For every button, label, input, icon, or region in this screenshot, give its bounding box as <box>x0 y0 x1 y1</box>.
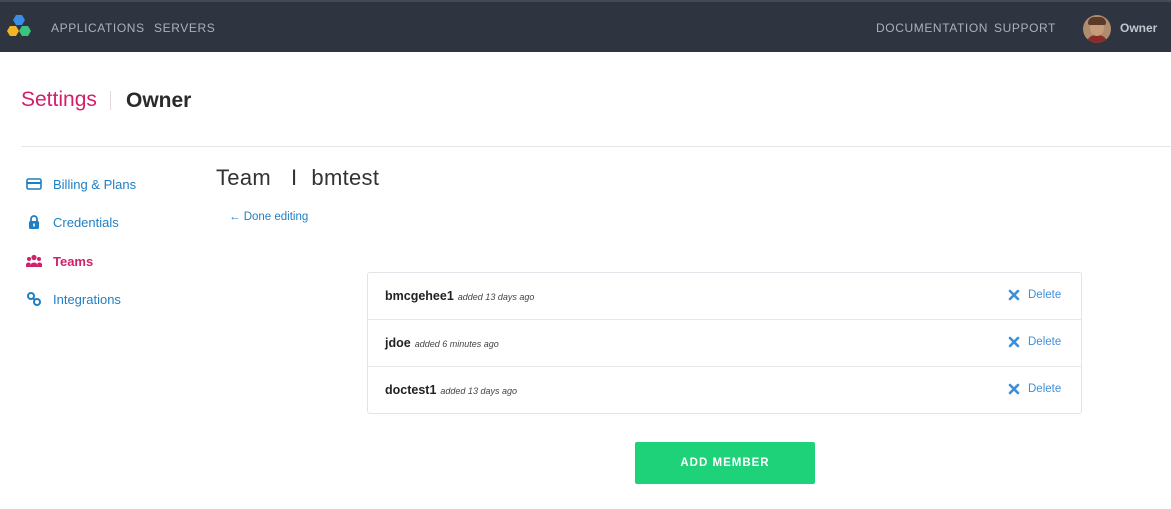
breadcrumb-divider <box>110 91 111 110</box>
user-menu-name[interactable]: Owner <box>1120 21 1157 35</box>
member-name-cell: doctest1 added 13 days ago <box>385 383 517 397</box>
breadcrumb-settings[interactable]: Settings <box>21 88 97 112</box>
sidebar-item-teams[interactable]: Teams <box>26 251 93 271</box>
delete-member-button[interactable]: Delete <box>1008 383 1061 395</box>
team-name: bmtest <box>311 165 380 190</box>
member-added-time: added 13 days ago <box>457 292 535 302</box>
list-item: jdoe added 6 minutes ago Delete <box>368 320 1081 367</box>
sidebar-item-label: Teams <box>53 253 94 269</box>
sidebar-item-integrations[interactable]: Integrations <box>26 289 121 309</box>
member-added-time: added 6 minutes ago <box>414 339 499 349</box>
sidebar-item-label: Integrations <box>53 291 121 307</box>
member-name-cell: jdoe added 6 minutes ago <box>385 336 499 350</box>
close-icon <box>1008 383 1020 395</box>
sidebar-item-billing[interactable]: Billing & Plans <box>26 174 136 194</box>
team-heading: Team Ibmtest <box>216 165 379 191</box>
member-name-cell: bmcgehee1 added 13 days ago <box>385 289 534 303</box>
users-icon <box>26 254 42 267</box>
close-icon <box>1008 289 1020 301</box>
nav-support[interactable]: SUPPORT <box>994 21 1056 35</box>
lock-icon <box>29 215 39 229</box>
delete-label: Delete <box>1028 336 1062 348</box>
add-member-button[interactable]: ADD MEMBER <box>635 442 815 484</box>
nav-applications[interactable]: APPLICATIONS <box>51 21 145 35</box>
team-heading-separator: I <box>291 165 298 190</box>
member-name: jdoe <box>385 336 411 350</box>
nav-documentation[interactable]: DOCUMENTATION <box>876 21 988 35</box>
done-editing-link[interactable]: ← Done editing <box>229 211 308 223</box>
delete-member-button[interactable]: Delete <box>1008 289 1061 301</box>
list-item: bmcgehee1 added 13 days ago Delete <box>368 273 1081 320</box>
team-heading-label: Team <box>216 165 271 190</box>
sidebar-item-label: Credentials <box>53 214 119 230</box>
team-members-list: bmcgehee1 added 13 days ago Delete jdoe ad… <box>367 272 1082 414</box>
delete-member-button[interactable]: Delete <box>1008 336 1061 348</box>
member-added-time: added 13 days ago <box>440 386 517 396</box>
sidebar-item-credentials[interactable]: Credentials <box>26 212 119 232</box>
list-item: doctest1 added 13 days ago Delete <box>368 367 1081 414</box>
page-title: Owner <box>126 89 192 112</box>
credit-card-icon <box>26 178 42 190</box>
delete-label: Delete <box>1028 383 1062 395</box>
link-icon <box>27 292 41 306</box>
avatar-shirt <box>1086 35 1108 43</box>
nav-servers[interactable]: SERVERS <box>154 21 215 35</box>
sidebar-item-label: Billing & Plans <box>53 176 137 192</box>
member-name: bmcgehee1 <box>385 289 454 303</box>
header-divider <box>21 146 1171 147</box>
user-avatar[interactable] <box>1083 15 1111 43</box>
top-navigation-bar: APPLICATIONS SERVERS DOCUMENTATION SUPPO… <box>0 0 1171 52</box>
delete-label: Delete <box>1028 289 1062 301</box>
member-name: doctest1 <box>385 383 437 397</box>
avatar-hair <box>1088 17 1106 25</box>
close-icon <box>1008 336 1020 348</box>
app-logo-icon[interactable] <box>7 13 35 41</box>
